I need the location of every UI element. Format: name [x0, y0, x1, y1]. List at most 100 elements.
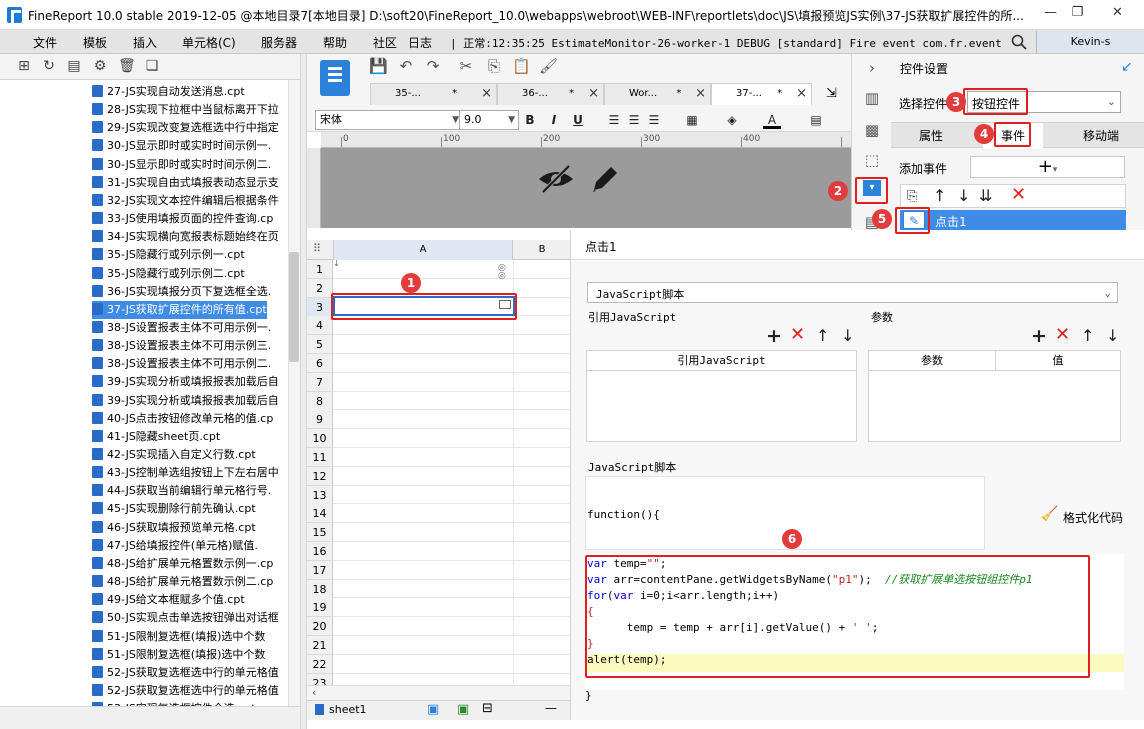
search-icon[interactable] — [1011, 34, 1027, 50]
row-header[interactable]: 17 — [307, 560, 333, 580]
file-tree-item[interactable]: 47-JS给填报控件(单元格)赋值. — [92, 537, 258, 555]
delete-param-icon[interactable]: ✕ — [1055, 326, 1070, 344]
row-header[interactable]: 3 — [307, 297, 333, 317]
new-folder-icon[interactable]: ⊞ — [16, 59, 32, 74]
menu-log[interactable]: 日志 — [408, 34, 432, 51]
settings-icon[interactable]: ⚙ — [92, 59, 108, 74]
file-tree-item[interactable]: 44-JS获取当前编辑行单元格行号. — [92, 482, 271, 500]
cell-element-icon[interactable]: ▩ — [862, 120, 882, 140]
menu-server[interactable]: 服务器 — [261, 34, 297, 51]
file-tree-item[interactable]: 38-JS设置报表主体不可用示例三. — [92, 337, 271, 355]
condition-attribute-icon[interactable]: ⬚ — [862, 150, 882, 170]
file-tree-item[interactable]: 39-JS实现分析或填报报表加载后自 — [92, 373, 279, 391]
file-tree-item[interactable]: 46-JS获取填报预览单元格.cpt — [92, 519, 256, 537]
row-header[interactable]: 19 — [307, 598, 333, 618]
file-tree-scrollbar[interactable] — [288, 80, 300, 706]
file-tree-item[interactable]: 39-JS实现分析或填报报表加载后自 — [92, 392, 279, 410]
row-header[interactable]: 8 — [307, 391, 333, 411]
sheet-menu-icon[interactable]: ⊟ — [482, 701, 493, 716]
undo-icon[interactable]: ↶ — [397, 57, 415, 75]
paste-icon[interactable]: 📋 — [512, 57, 531, 75]
menu-cell[interactable]: 单元格(C) — [182, 34, 236, 51]
file-tree-item[interactable]: 42-JS实现插入自定义行数.cpt — [92, 446, 256, 464]
restore-button[interactable]: ❐ — [1064, 4, 1091, 22]
delete-ref-js-icon[interactable]: ✕ — [790, 326, 805, 344]
file-tree-item[interactable]: 28-JS实现下拉框中当鼠标离开下拉 — [92, 101, 279, 119]
user-account[interactable]: Kevin-s — [1036, 31, 1144, 53]
panel-pin-icon[interactable]: ↙ — [1121, 59, 1133, 75]
script-type-select[interactable]: JavaScript脚本 ⌄ — [587, 282, 1118, 303]
file-tree-item[interactable]: 30-JS显示即时或实时时间示例一. — [92, 137, 271, 155]
tab-properties[interactable]: 属性 — [891, 123, 971, 149]
row-header[interactable]: 21 — [307, 636, 333, 655]
row-header[interactable]: 10 — [307, 429, 333, 449]
file-tree-item[interactable]: 38-JS设置报表主体不可用示例二. — [92, 355, 271, 373]
file-tree-scroll-thumb[interactable] — [289, 252, 299, 362]
row-header[interactable]: 14 — [307, 504, 333, 524]
menu-insert[interactable]: 插入 — [133, 34, 157, 51]
file-tree-item[interactable]: 31-JS实现自由式填报表动态显示支 — [92, 174, 279, 192]
italic-icon[interactable]: I — [545, 111, 563, 129]
file-tree-item[interactable]: 52-JS获取复选框选中行的单元格值 — [92, 682, 279, 700]
broom-icon[interactable]: 🧹 — [1041, 506, 1058, 522]
align-right-icon[interactable]: ☰ — [645, 111, 663, 129]
file-tree-item[interactable]: 37-JS获取扩展控件的所有值.cpt — [92, 300, 267, 319]
format-painter-icon[interactable]: 🖌 — [539, 57, 558, 75]
fill-color-icon[interactable]: ◈ — [723, 111, 741, 129]
row-header[interactable]: 13 — [307, 485, 333, 505]
add-sheet-icon[interactable]: ▣ — [427, 702, 439, 717]
border-icon[interactable]: ▦ — [683, 111, 701, 129]
file-tree-item[interactable]: 51-JS限制复选框(填报)选中个数 — [92, 628, 265, 646]
file-tree-item[interactable]: 32-JS实现文本控件编辑后根据条件 — [92, 192, 279, 210]
file-tree-item[interactable]: 27-JS实现自动发送消息.cpt — [92, 83, 245, 101]
move-up-icon[interactable]: ↑ — [816, 328, 829, 344]
move-up-icon[interactable]: ↑ — [1081, 328, 1094, 344]
row-header[interactable]: 2 — [307, 278, 333, 298]
refresh-icon[interactable]: ↻ — [41, 59, 57, 74]
add-ref-js-icon[interactable]: + — [766, 327, 782, 346]
font-size-select[interactable]: 9.0 ▼ — [459, 110, 519, 130]
file-tree-item[interactable]: 35-JS隐藏行或列示例二.cpt — [92, 265, 245, 283]
file-tree-item[interactable]: 35-JS隐藏行或列示例一.cpt — [92, 246, 245, 264]
menu-community[interactable]: 社区 — [373, 34, 397, 51]
row-header[interactable]: 7 — [307, 372, 333, 392]
scroll-left-icon[interactable]: ‹ — [312, 686, 316, 699]
align-center-icon[interactable]: ☰ — [625, 111, 643, 129]
row-header[interactable]: 9 — [307, 410, 333, 430]
file-tree-item[interactable]: 45-JS实现删除行前先确认.cpt — [92, 500, 256, 518]
file-tree-item[interactable]: 48-JS给扩展单元格置数示例二.cp — [92, 573, 273, 591]
bold-icon[interactable]: B — [521, 111, 539, 129]
delete-event-icon[interactable]: ✕ — [1011, 186, 1026, 204]
more-format-icon[interactable]: ▤ — [807, 111, 825, 129]
row-header[interactable]: 12 — [307, 466, 333, 486]
cut-icon[interactable]: ✂ — [457, 57, 475, 75]
file-tree-item[interactable]: 33-JS使用填报页面的控件查询.cp — [92, 210, 273, 228]
tab-workbook[interactable]: Wor... * × — [604, 83, 711, 105]
font-family-select[interactable]: 宋体 ▼ — [315, 110, 463, 130]
event-list-item[interactable]: ✎ 点击1 — [900, 210, 1126, 230]
tab-mobile[interactable]: 移动端 — [1061, 123, 1141, 149]
select-all-icon[interactable]: ⠿ — [313, 242, 321, 255]
zoom-out-icon[interactable]: — — [545, 701, 557, 715]
close-tab-icon[interactable]: × — [588, 84, 599, 104]
delete-icon[interactable]: 🗑 — [118, 59, 136, 74]
file-tree-item[interactable]: 50-JS实现点击单选按钮弹出对话框 — [92, 609, 279, 627]
open-file-icon[interactable]: ▤ — [66, 59, 82, 74]
font-color-icon[interactable]: A — [763, 111, 781, 129]
file-tree-item[interactable]: 49-JS给文本框赋多个值.cpt — [92, 591, 245, 609]
edit-pencil-icon[interactable] — [588, 162, 622, 196]
close-tab-icon[interactable]: × — [481, 84, 492, 104]
file-tree-item[interactable]: 30-JS显示即时或实时时间示例二. — [92, 156, 271, 174]
add-event-button[interactable]: +▾ — [970, 156, 1125, 178]
save-icon[interactable]: 💾 — [369, 57, 388, 75]
close-tab-icon[interactable]: × — [695, 84, 706, 104]
row-header[interactable]: 6 — [307, 354, 333, 373]
row-header[interactable]: 20 — [307, 617, 333, 637]
cell-attribute-icon[interactable]: ▥ — [862, 88, 882, 108]
template-type-icon[interactable] — [320, 60, 350, 96]
row-header[interactable]: 11 — [307, 448, 333, 467]
file-tree-item[interactable]: 34-JS实现横向宽报表标题始终在页 — [92, 228, 279, 246]
row-header[interactable]: 4 — [307, 316, 333, 336]
format-code-button[interactable]: 格式化代码 — [1063, 509, 1123, 526]
redo-icon[interactable]: ↷ — [424, 57, 442, 75]
